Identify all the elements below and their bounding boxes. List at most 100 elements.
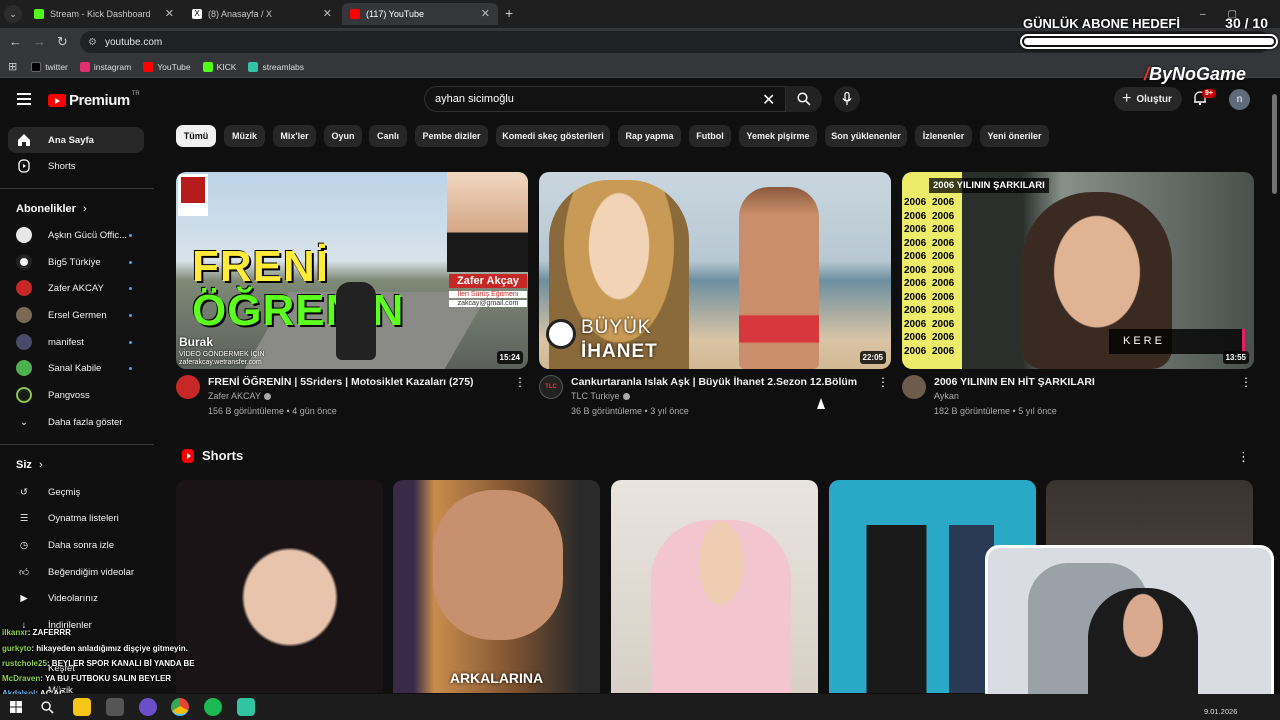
sidebar-item-history[interactable]: ↺ Geçmiş (8, 479, 144, 505)
chip-gaming[interactable]: Oyun (324, 125, 362, 147)
spotify-icon[interactable] (204, 698, 222, 716)
video-meta: 2006 YILININ EN HİT ŞARKILARI Aykan 182 … (902, 369, 1254, 429)
video-thumbnail[interactable]: FRENİ ÖĞRENİN Zafer Akçay İleri Sürüş Eğ… (176, 172, 528, 369)
chip-recently-uploaded[interactable]: Son yüklenenler (825, 125, 907, 147)
chrome-icon[interactable] (171, 698, 189, 716)
close-icon[interactable]: ✕ (323, 7, 332, 20)
year-label: 2006 (932, 237, 955, 249)
chip-all[interactable]: Tümü (176, 125, 216, 147)
sidebar-item-subscription[interactable]: Big5 Türkiye (8, 249, 144, 275)
year-label: 2006 (904, 278, 927, 289)
sidebar-divider (0, 444, 154, 445)
windows-start-icon[interactable] (7, 698, 25, 716)
sidebar-item-watch-later[interactable]: ◷ Daha sonra izle (8, 532, 144, 558)
chip-music[interactable]: Müzik (224, 125, 265, 147)
discord-icon[interactable] (139, 698, 157, 716)
app-icon[interactable] (106, 698, 124, 716)
shorts-more-options-icon[interactable]: ⋮ (1237, 449, 1250, 465)
video-title[interactable]: Cankurtaranla Islak Aşk | Büyük İhanet 2… (571, 376, 871, 388)
sidebar-item-shorts[interactable]: Shorts (8, 153, 144, 179)
bookmark-twitter[interactable]: twitter (31, 61, 68, 72)
voice-search-button[interactable] (834, 86, 860, 112)
sidebar-item-label: Shorts (48, 160, 76, 172)
video-title[interactable]: FRENİ ÖĞRENİN | 5Sriders | Motosiklet Ka… (208, 376, 508, 388)
page-scrollbar[interactable] (1272, 94, 1277, 194)
sidebar-item-subscription[interactable]: manifest (8, 329, 144, 355)
account-avatar[interactable]: n (1229, 89, 1250, 110)
back-icon[interactable]: ← (9, 34, 22, 49)
year-label: 2006 (904, 251, 927, 262)
bookmark-youtube[interactable]: YouTube (143, 61, 191, 72)
short-card[interactable] (176, 480, 383, 693)
video-thumbnail[interactable]: 2006 YILININ ŞARKILARI 2006 2006 2006 2006… (902, 172, 1254, 369)
chip-rap[interactable]: Rap yapma (618, 125, 681, 147)
search-button[interactable] (786, 86, 822, 112)
streamlabs-taskbar-icon[interactable] (237, 698, 255, 716)
sidebar-item-subscription[interactable]: Sanal Kabile (8, 355, 144, 381)
clock-icon: ◷ (19, 539, 29, 551)
search-input[interactable]: ayhan sicimoğlu (424, 86, 786, 112)
year-label: 2006 (932, 291, 955, 303)
tab-youtube[interactable]: (117) YouTube ✕ (342, 3, 498, 25)
you-heading[interactable]: Siz › (16, 459, 43, 471)
more-options-icon[interactable]: ⋮ (1240, 375, 1252, 389)
video-title[interactable]: 2006 YILININ EN HİT ŞARKILARI (934, 376, 1234, 388)
channel-avatar[interactable] (176, 375, 200, 399)
file-explorer-icon[interactable] (73, 698, 91, 716)
youtube-logo[interactable]: Premium TR (48, 91, 140, 109)
channel-avatar (16, 307, 32, 323)
taskbar-search-icon[interactable] (38, 698, 56, 716)
chip-football[interactable]: Futbol (689, 125, 731, 147)
site-info-icon[interactable]: ⚙ (88, 37, 97, 48)
short-card[interactable]: ARKALARINA (393, 480, 600, 693)
hamburger-menu-icon[interactable] (17, 93, 31, 105)
sidebar-item-your-videos[interactable]: ▶ Videolarınız (8, 585, 144, 611)
video-channel[interactable]: TLC Turkiye (571, 391, 630, 401)
apps-grid-icon[interactable]: ⊞ (8, 60, 17, 73)
subscriptions-heading[interactable]: Abonelikler › (16, 203, 87, 215)
chip-cooking[interactable]: Yemek pişirme (739, 125, 817, 147)
chip-soap-operas[interactable]: Pembe diziler (415, 125, 488, 147)
chip-comedy[interactable]: Komedi skeç gösterileri (496, 125, 610, 147)
tab-label: (8) Anasayfa / X (208, 9, 273, 19)
show-more-button[interactable]: ⌄ Daha fazla göster (8, 409, 144, 435)
video-card[interactable]: BÜYÜK İHANET 22:05 TLC Cankurtaranla Isl… (539, 172, 891, 429)
bookmark-instagram[interactable]: instagram (79, 61, 131, 72)
new-tab-button[interactable]: + (505, 5, 513, 21)
chip-new-to-you[interactable]: Yeni öneriler (980, 125, 1049, 147)
bookmark-streamlabs[interactable]: streamlabs (248, 61, 304, 72)
sidebar-item-liked[interactable]: 👍︎ Beğendiğim videolar (8, 559, 144, 585)
tab-x[interactable]: X (8) Anasayfa / X ✕ (184, 3, 340, 25)
sidebar-item-playlists[interactable]: ☰ Oynatma listeleri (8, 505, 144, 531)
forward-icon[interactable]: → (33, 34, 46, 49)
video-card[interactable]: 2006 YILININ ŞARKILARI 2006 2006 2006 2006… (902, 172, 1254, 429)
video-channel[interactable]: Aykan (934, 391, 959, 401)
sidebar-item-label: Ana Sayfa (48, 134, 94, 146)
clear-search-icon[interactable]: ✕ (762, 90, 775, 110)
chip-live[interactable]: Canlı (369, 125, 407, 147)
short-card[interactable] (611, 480, 818, 693)
tab-kick-dashboard[interactable]: Stream - Kick Dashboard ✕ (26, 3, 182, 25)
sidebar-item-subscription[interactable]: Pangvoss (8, 382, 144, 408)
sidebar-item-subscription[interactable]: Aşkın Gücü Offic... (8, 222, 144, 248)
year-label: 2006 (904, 291, 927, 303)
sidebar-item-subscription[interactable]: Ersel Germen (8, 302, 144, 328)
close-icon[interactable]: ✕ (481, 7, 490, 20)
video-channel[interactable]: Zafer AKCAY (208, 391, 271, 401)
sidebar-item-subscription[interactable]: Zafer AKCAY (8, 275, 144, 301)
channel-avatar[interactable]: TLC (539, 375, 563, 399)
video-thumbnail[interactable]: BÜYÜK İHANET 22:05 (539, 172, 891, 369)
academy-logo (178, 174, 208, 216)
channel-avatar[interactable] (902, 375, 926, 399)
reload-icon[interactable]: ↻ (57, 34, 68, 50)
close-icon[interactable]: ✕ (165, 7, 174, 20)
sidebar-item-home[interactable]: Ana Sayfa (8, 127, 144, 153)
chip-mixes[interactable]: Mix'ler (273, 125, 316, 147)
video-card[interactable]: FRENİ ÖĞRENİN Zafer Akçay İleri Sürüş Eğ… (176, 172, 528, 429)
more-options-icon[interactable]: ⋮ (514, 375, 526, 389)
bookmark-kick[interactable]: KICK (202, 61, 236, 72)
tab-search-icon[interactable]: ⌄ (4, 5, 22, 23)
chip-watched[interactable]: İzlenenler (915, 125, 972, 147)
more-options-icon[interactable]: ⋮ (877, 375, 889, 389)
create-button[interactable]: + Oluştur (1114, 87, 1182, 111)
